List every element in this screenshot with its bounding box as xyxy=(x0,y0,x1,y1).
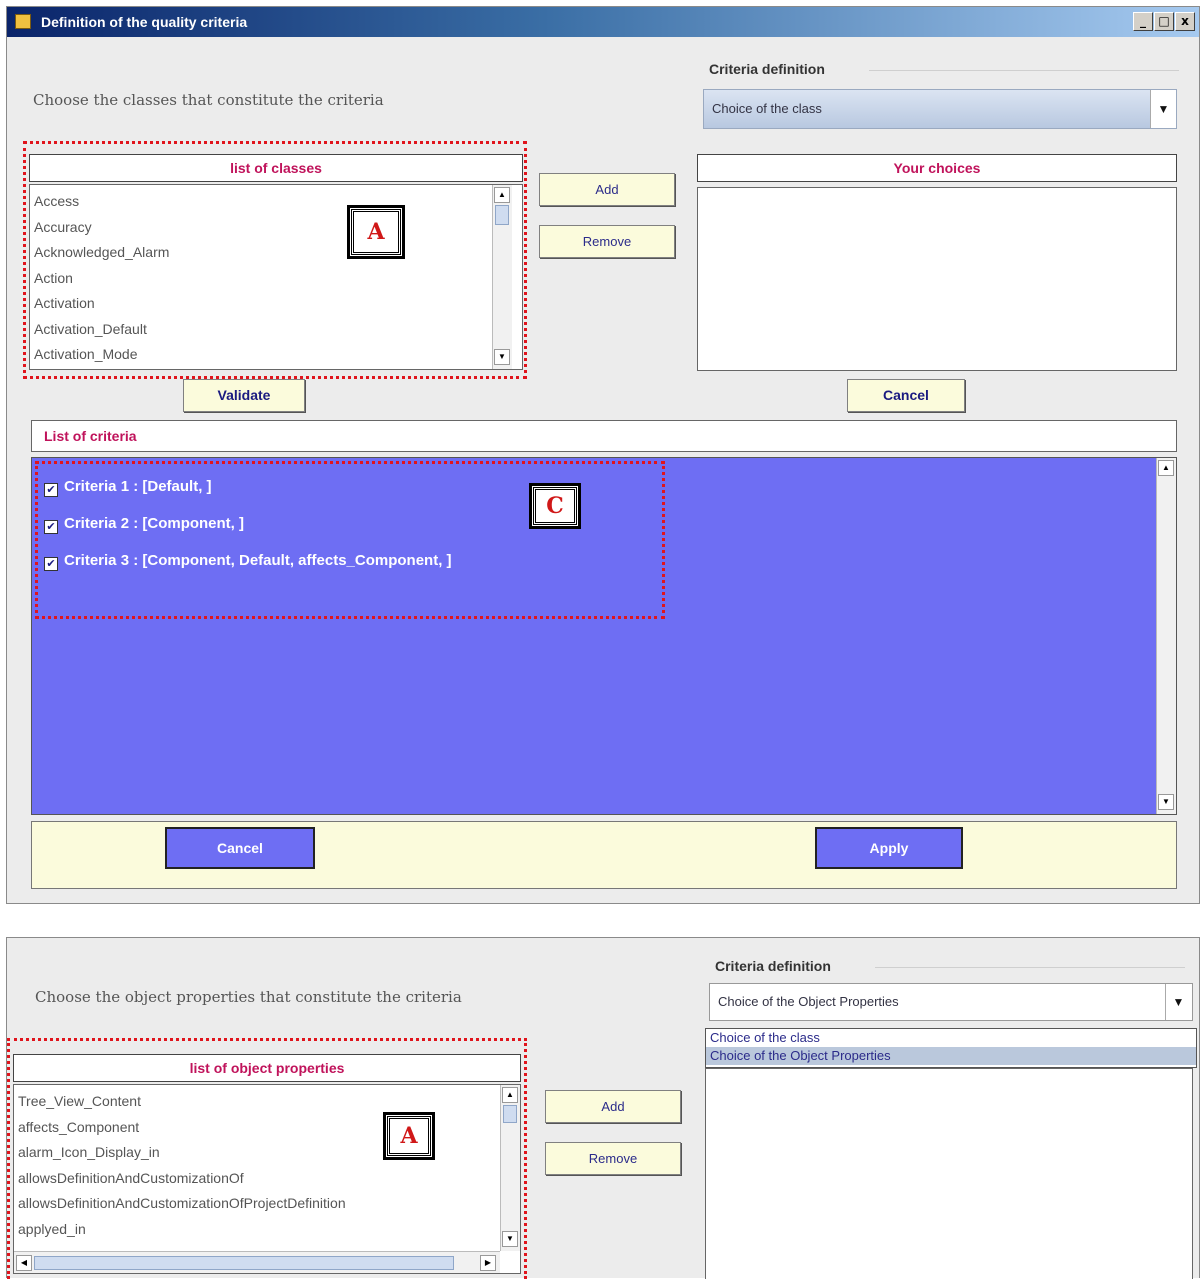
your-choices-header: Your choices xyxy=(697,154,1177,182)
annotation-marker-a: A xyxy=(347,205,405,259)
cancel-choice-button[interactable]: Cancel xyxy=(847,379,965,412)
highlight-box-a xyxy=(7,1038,527,1279)
marker-a-label: A xyxy=(386,1115,432,1157)
your-choices-list[interactable] xyxy=(697,187,1177,371)
close-button[interactable]: x xyxy=(1175,12,1195,31)
maximize-button[interactable]: □ xyxy=(1154,12,1174,31)
annotation-marker-a: A xyxy=(383,1112,435,1160)
quality-criteria-window: Definition of the quality criteria _ □ x… xyxy=(6,6,1200,904)
app-icon xyxy=(15,14,31,29)
object-properties-panel: Choose the object properties that consti… xyxy=(6,937,1200,1279)
marker-c-label: C xyxy=(532,486,578,526)
group-divider xyxy=(869,70,1179,71)
dropdown-option[interactable]: Choice of the class xyxy=(706,1029,1196,1047)
remove-button[interactable]: Remove xyxy=(539,225,675,258)
criteria-scrollbar[interactable]: ▲ ▼ xyxy=(1156,458,1176,814)
minimize-button[interactable]: _ xyxy=(1133,12,1153,31)
criteria-definition-select[interactable]: Choice of the class xyxy=(703,89,1177,129)
instruction-text: Choose the object properties that consti… xyxy=(35,988,462,1006)
scroll-down-icon[interactable]: ▼ xyxy=(1158,794,1174,810)
window-title: Definition of the quality criteria xyxy=(41,14,248,30)
add-button[interactable]: Add xyxy=(545,1090,681,1123)
validate-button[interactable]: Validate xyxy=(183,379,305,412)
group-divider xyxy=(875,967,1185,968)
scroll-up-icon[interactable]: ▲ xyxy=(1158,460,1174,476)
your-choices-list[interactable] xyxy=(705,1068,1193,1279)
dropdown-options[interactable]: Choice of the class Choice of the Object… xyxy=(705,1028,1197,1068)
criteria-definition-select[interactable]: Choice of the Object Properties xyxy=(709,983,1193,1021)
cancel-button[interactable]: Cancel xyxy=(165,827,315,869)
instruction-text: Choose the classes that constitute the c… xyxy=(33,91,384,109)
add-button[interactable]: Add xyxy=(539,173,675,206)
title-bar: Definition of the quality criteria xyxy=(7,7,1199,37)
dropdown-arrow-icon[interactable]: ▼ xyxy=(1165,984,1191,1020)
criteria-definition-value: Choice of the Object Properties xyxy=(718,994,899,1009)
criteria-definition-label: Criteria definition xyxy=(709,61,825,77)
criteria-definition-label: Criteria definition xyxy=(715,958,831,974)
dropdown-option-selected[interactable]: Choice of the Object Properties xyxy=(706,1047,1196,1065)
annotation-marker-c: C xyxy=(529,483,581,529)
marker-a-label: A xyxy=(350,208,402,256)
dropdown-arrow-icon[interactable]: ▼ xyxy=(1150,90,1176,128)
apply-button[interactable]: Apply xyxy=(815,827,963,869)
criteria-definition-value: Choice of the class xyxy=(712,101,822,116)
remove-button[interactable]: Remove xyxy=(545,1142,681,1175)
list-of-criteria-header: List of criteria xyxy=(31,420,1177,452)
highlight-box-a xyxy=(23,141,527,379)
